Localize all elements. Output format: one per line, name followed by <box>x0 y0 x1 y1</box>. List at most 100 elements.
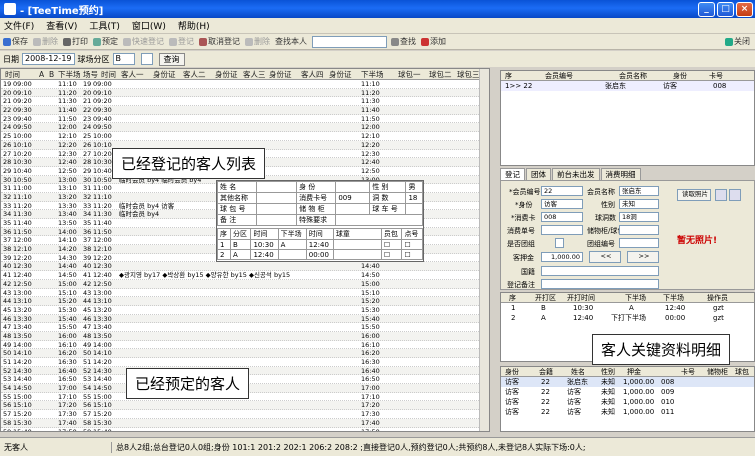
grid-row[interactable]: 57 15:20 17:30 57 15:20 17:30 <box>1 410 489 419</box>
grid-row[interactable]: 41 12:40 14:50 41 12:40 ◆광지영 by17 ◆박상환 by15 ◆… <box>1 271 489 280</box>
top-guest-list[interactable]: 序 会员编号 会员名称 身份 卡号 1>> 22 张启东 访客 008 <box>500 70 755 166</box>
grid-row[interactable]: 49 14:00 16:10 49 14:00 16:10 <box>1 341 489 350</box>
grid-row[interactable]: 19 09:00 11:10 19 09:00 11:10 <box>1 80 489 89</box>
group-no-input[interactable] <box>619 238 659 248</box>
grid-row[interactable]: 50 14:10 16:20 50 14:10 16:20 <box>1 349 489 358</box>
grid-row[interactable]: 20 09:10 11:20 20 09:10 11:20 <box>1 88 489 98</box>
popup-checkbox[interactable]: ☐ <box>401 249 423 260</box>
grid-row[interactable]: 58 15:30 17:40 58 15:30 17:40 <box>1 418 489 428</box>
prev-button[interactable]: << <box>589 251 621 263</box>
popup-locker-value[interactable] <box>335 203 371 215</box>
next-button[interactable]: >> <box>627 251 659 263</box>
reserve-button[interactable]: 预定 <box>93 36 118 47</box>
grid-row[interactable]: 40 12:30 14:40 40 12:30 14:40 <box>1 262 489 272</box>
photo2-icon[interactable] <box>729 189 741 201</box>
popup-checkbox[interactable]: ☐ <box>380 249 403 260</box>
find-self-button[interactable]: 查找本人 <box>275 36 307 47</box>
menu-view[interactable]: 查看(V) <box>46 19 77 32</box>
grid-row[interactable]: 45 13:20 15:30 45 13:20 15:30 <box>1 306 489 315</box>
member-no-input[interactable]: 22 <box>541 186 583 196</box>
card-input[interactable]: 008 <box>541 212 583 222</box>
cancel-register-button[interactable]: 取消登记 <box>199 36 240 47</box>
area-extra-box[interactable] <box>140 53 153 65</box>
print-button[interactable]: 打印 <box>63 36 88 47</box>
grid-row[interactable]: 59 15:40 17:50 59 15:40 17:50 <box>1 428 489 432</box>
popup-name-value[interactable] <box>256 181 298 193</box>
gender-input[interactable]: 未知 <box>619 199 659 209</box>
grid-row[interactable]: 43 13:00 15:10 43 13:00 15:10 <box>1 289 489 298</box>
grid-row[interactable]: 24 09:50 12:00 24 09:50 12:00 <box>1 123 489 133</box>
date-select[interactable]: 2008-12-19 <box>22 53 75 65</box>
popup-special-value[interactable] <box>335 214 423 226</box>
deposit-input[interactable]: 1,000.00 <box>541 252 583 262</box>
popup-identity-value[interactable] <box>335 181 371 193</box>
area-select[interactable]: B <box>112 53 135 65</box>
grid-row[interactable]: 56 15:10 17:20 56 15:10 17:20 <box>1 401 489 411</box>
bottom-guest-row[interactable]: 访客 22 访客 未知 1,000.00 010 <box>501 397 754 407</box>
popup-cart-value[interactable] <box>405 203 423 215</box>
group-checkbox[interactable] <box>555 238 564 248</box>
tab-consumption[interactable]: 消费明细 <box>600 168 641 180</box>
popup-holes-value[interactable]: 18 <box>405 192 423 204</box>
locker-input[interactable] <box>619 225 659 235</box>
popup-sub-row[interactable]: 1 B 10:30 A 12:40 ☐ ☐ <box>217 239 423 250</box>
grid-cell: 27 <box>3 149 12 158</box>
maximize-button[interactable]: □ <box>717 1 734 17</box>
save-button[interactable]: 保存 <box>3 36 28 47</box>
bottom-guest-row[interactable]: 访客 22 访客 未知 1,000.00 011 <box>501 407 754 417</box>
popup-gender-value[interactable]: 男 <box>405 181 423 193</box>
grid-cell: 11:40 <box>58 106 77 115</box>
grid-row[interactable]: 21 09:20 11:30 21 09:20 11:30 <box>1 97 489 107</box>
add-button[interactable]: 添加 <box>421 36 446 47</box>
grid-row[interactable]: 42 12:50 15:00 42 12:50 15:00 <box>1 279 489 289</box>
popup-checkbox[interactable]: ☐ <box>401 239 423 250</box>
grid-cell: 17:10 <box>361 392 380 401</box>
top-guest-row[interactable]: 1>> 22 张启东 访客 008 <box>501 81 754 91</box>
find-input[interactable] <box>312 35 387 48</box>
read-photo-button[interactable]: 读取照片 <box>677 189 711 201</box>
delete-button[interactable]: 删除 <box>33 36 58 47</box>
grid-row[interactable]: 48 13:50 16:00 48 13:50 16:00 <box>1 331 489 341</box>
minimize-button[interactable]: _ <box>698 1 715 17</box>
photo-icon[interactable] <box>715 189 727 201</box>
tab-group[interactable]: 团体 <box>526 168 551 180</box>
tee-list-row[interactable]: 1 B 10:30 A 12:40 gzt <box>501 303 754 313</box>
grid-row[interactable]: 44 13:10 15:20 44 13:10 15:20 <box>1 297 489 306</box>
grid-row[interactable]: 23 09:40 11:50 23 09:40 11:50 <box>1 115 489 124</box>
grid-row[interactable]: 22 09:30 11:40 22 09:30 11:40 <box>1 106 489 115</box>
tee-list-row[interactable]: 2 A 12:40 下打下半场 00:00 gzt <box>501 313 754 323</box>
register-button[interactable]: 登记 <box>169 36 194 47</box>
popup-bag-value[interactable] <box>256 203 298 215</box>
grid-row[interactable]: 25 10:00 12:10 25 10:00 12:10 <box>1 132 489 141</box>
grid-row[interactable]: 46 13:30 15:40 46 13:30 15:40 <box>1 314 489 324</box>
query-button[interactable]: 查询 <box>158 52 185 66</box>
quick-register-button[interactable]: 快速登记 <box>123 36 164 47</box>
menu-file[interactable]: 文件(F) <box>4 19 34 32</box>
note-input[interactable] <box>541 279 659 289</box>
menu-tools[interactable]: 工具(T) <box>89 19 120 32</box>
bottom-guest-row[interactable]: 访客 22 访客 未知 1,000.00 009 <box>501 387 754 397</box>
country-input[interactable] <box>541 266 659 276</box>
bill-input[interactable] <box>541 225 583 235</box>
bottom-guest-list[interactable]: 身份 会籍 姓名 性别 押金 卡号 储物柜 球包 访客 22 张启东 未知 1,000.… <box>500 366 755 432</box>
delete2-button[interactable]: 删除 <box>245 36 270 47</box>
tab-register[interactable]: 登记 <box>500 168 525 180</box>
holes-input[interactable]: 18洞 <box>619 212 659 222</box>
close-button[interactable]: × <box>736 1 753 17</box>
popup-sub-row[interactable]: 2 A 12:40 00:00 ☐ ☐ <box>217 249 423 260</box>
grid-row[interactable]: 47 13:40 15:50 47 13:40 15:50 <box>1 323 489 332</box>
grid-scrollbar[interactable] <box>479 69 489 431</box>
tab-not-departed[interactable]: 前台未出发 <box>552 168 600 180</box>
identity-input[interactable]: 访客 <box>541 199 583 209</box>
menu-help[interactable]: 帮助(H) <box>178 19 210 32</box>
bottom-guest-row[interactable]: 访客 22 张启东 未知 1,000.00 008 <box>501 377 754 387</box>
popup-othername-value[interactable] <box>256 192 298 204</box>
grid-row[interactable]: 51 14:20 16:30 51 14:20 16:30 <box>1 358 489 367</box>
popup-card-value[interactable]: 009 <box>335 192 371 204</box>
popup-note-value[interactable] <box>256 214 298 226</box>
popup-checkbox[interactable]: ☐ <box>380 239 403 250</box>
close-window-button[interactable]: 关闭 <box>725 36 750 47</box>
find-button[interactable]: 查找 <box>391 36 416 47</box>
menu-window[interactable]: 窗口(W) <box>132 19 166 32</box>
member-name-input[interactable]: 张启东 <box>619 186 659 196</box>
